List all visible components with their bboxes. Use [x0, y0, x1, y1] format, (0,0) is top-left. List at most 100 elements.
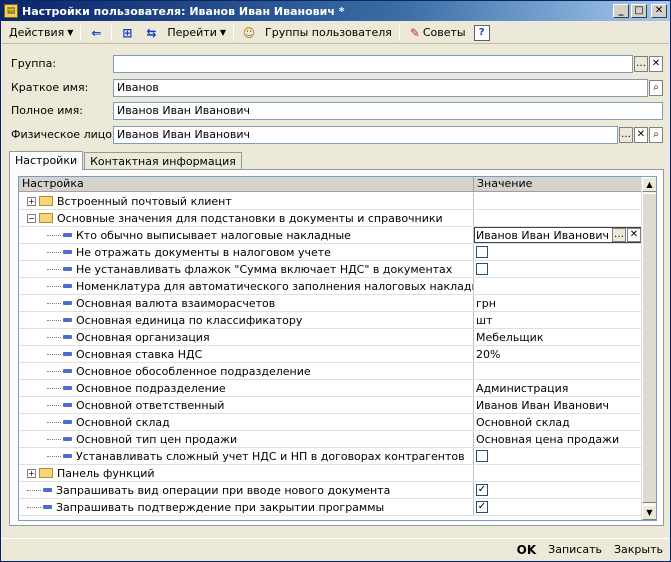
setting-checkbox[interactable]: ✓: [476, 484, 488, 496]
table-row[interactable]: − Основные значения для подстановки в док…: [19, 210, 642, 227]
value-cell[interactable]: [474, 363, 642, 379]
swap-button[interactable]: ⇆: [139, 23, 163, 43]
setting-cell[interactable]: − Основные значения для подстановки в док…: [19, 210, 474, 226]
vertical-scrollbar[interactable]: ▲ ▼: [641, 177, 656, 520]
close-button[interactable]: Закрыть: [608, 540, 669, 560]
help-button[interactable]: ?: [470, 23, 494, 43]
clear-person-button[interactable]: ✕: [634, 126, 648, 143]
person-field[interactable]: Иванов Иван Иванович: [113, 125, 618, 144]
column-header-value[interactable]: Значение: [474, 177, 642, 191]
back-button[interactable]: ⇐: [84, 23, 108, 43]
table-row[interactable]: + Встроенный почтовый клиент: [19, 193, 642, 210]
setting-cell[interactable]: Основная ставка НДС: [19, 346, 474, 362]
value-cell[interactable]: Основная цена продажи: [474, 431, 642, 447]
value-cell[interactable]: Иванов Иван Иванович: [474, 397, 642, 413]
setting-cell[interactable]: Основная организация: [19, 329, 474, 345]
setting-cell[interactable]: Устанавливать сложный учет НДС и НП в до…: [19, 448, 474, 464]
select-group-button[interactable]: …: [634, 55, 648, 72]
value-cell[interactable]: ✓: [474, 499, 642, 515]
table-row[interactable]: Номенклатура для автоматического заполне…: [19, 278, 642, 295]
short-name-field[interactable]: Иванов: [113, 78, 648, 97]
tips-button[interactable]: ✎ Советы: [403, 23, 470, 43]
value-cell[interactable]: 20%: [474, 346, 642, 362]
setting-cell[interactable]: Не отражать документы в налоговом учете: [19, 244, 474, 260]
value-cell[interactable]: Основной склад: [474, 414, 642, 430]
value-cell[interactable]: Иванов Иван Иванович… ✕: [474, 227, 642, 243]
value-cell[interactable]: шт: [474, 312, 642, 328]
setting-cell[interactable]: Основной склад: [19, 414, 474, 430]
select-value-button[interactable]: …: [612, 228, 626, 242]
value-cell[interactable]: [474, 278, 642, 294]
setting-cell[interactable]: Основной тип цен продажи: [19, 431, 474, 447]
table-row[interactable]: Запрашивать вид операции при вводе новог…: [19, 482, 642, 499]
ok-button[interactable]: OK: [511, 540, 543, 560]
table-row[interactable]: Основная ставка НДС 20%: [19, 346, 642, 363]
setting-checkbox[interactable]: [476, 450, 488, 462]
setting-cell[interactable]: Основное обособленное подразделение: [19, 363, 474, 379]
scroll-down-button[interactable]: ▼: [642, 505, 656, 520]
setting-cell[interactable]: Основное подразделение: [19, 380, 474, 396]
value-cell[interactable]: грн: [474, 295, 642, 311]
setting-cell[interactable]: Основной ответственный: [19, 397, 474, 413]
setting-cell[interactable]: Номенклатура для автоматического заполне…: [19, 278, 474, 294]
maximize-button[interactable]: □: [631, 4, 647, 18]
setting-checkbox[interactable]: [476, 246, 488, 258]
title-bar[interactable]: ▤ Настройки пользователя: Иванов Иван Ив…: [1, 1, 670, 21]
full-name-field[interactable]: Иванов Иван Иванович: [113, 101, 663, 120]
table-row[interactable]: Основное обособленное подразделение: [19, 363, 642, 380]
expand-icon[interactable]: +: [27, 196, 36, 206]
table-row[interactable]: Основное подразделение Администрация: [19, 380, 642, 397]
table-row[interactable]: Основная организация Мебельщик: [19, 329, 642, 346]
minimize-button[interactable]: _: [613, 4, 629, 18]
value-cell[interactable]: [474, 448, 642, 464]
table-row[interactable]: Основной ответственный Иванов Иван Иванов…: [19, 397, 642, 414]
scroll-up-button[interactable]: ▲: [642, 177, 656, 192]
settings-tree-grid[interactable]: Настройка Значение + Встроенный почтовый …: [18, 176, 657, 521]
setting-checkbox[interactable]: [476, 263, 488, 275]
table-row[interactable]: + Панель функций: [19, 465, 642, 482]
select-person-button[interactable]: …: [619, 126, 633, 143]
structure-button[interactable]: ⊞: [115, 23, 139, 43]
close-window-button[interactable]: ✕: [651, 4, 667, 18]
table-row[interactable]: Устанавливать сложный учет НДС и НП в до…: [19, 448, 642, 465]
table-row[interactable]: Не устанавливать флажок "Сумма включает …: [19, 261, 642, 278]
setting-cell[interactable]: Запрашивать вид операции при вводе новог…: [19, 482, 474, 498]
scroll-thumb[interactable]: [642, 193, 656, 503]
table-row[interactable]: Запрашивать подтверждение при закрытии п…: [19, 499, 642, 516]
search-icon[interactable]: ⌕: [649, 126, 663, 143]
value-cell[interactable]: [474, 261, 642, 277]
value-cell[interactable]: [474, 193, 642, 209]
tab-contact-info[interactable]: Контактная информация: [84, 152, 242, 170]
table-row[interactable]: Основная валюта взаиморасчетов грн: [19, 295, 642, 312]
column-header-setting[interactable]: Настройка: [19, 177, 474, 191]
user-groups-button[interactable]: Группы пользователя: [261, 23, 396, 43]
actions-menu[interactable]: Действия ▼: [5, 23, 77, 43]
tab-settings[interactable]: Настройки: [9, 151, 84, 170]
setting-cell[interactable]: Основная валюта взаиморасчетов: [19, 295, 474, 311]
value-cell[interactable]: [474, 465, 642, 481]
setting-cell[interactable]: Не устанавливать флажок "Сумма включает …: [19, 261, 474, 277]
clear-group-button[interactable]: ✕: [649, 55, 663, 72]
collapse-icon[interactable]: −: [27, 213, 36, 223]
clear-value-button[interactable]: ✕: [627, 228, 641, 242]
goto-menu[interactable]: Перейти ▼: [163, 23, 230, 43]
table-row[interactable]: Не отражать документы в налоговом учете: [19, 244, 642, 261]
setting-cell[interactable]: + Панель функций: [19, 465, 474, 481]
table-row[interactable]: Основной склад Основной склад: [19, 414, 642, 431]
setting-cell[interactable]: Основная единица по классификатору: [19, 312, 474, 328]
setting-cell[interactable]: Кто обычно выписывает налоговые накладны…: [19, 227, 474, 243]
user-button[interactable]: ☺: [237, 23, 261, 43]
value-cell[interactable]: [474, 210, 642, 226]
value-cell[interactable]: Мебельщик: [474, 329, 642, 345]
setting-checkbox[interactable]: ✓: [476, 501, 488, 513]
search-icon[interactable]: ⌕: [649, 79, 663, 96]
table-row[interactable]: Основной тип цен продажи Основная цена пр…: [19, 431, 642, 448]
group-field[interactable]: [113, 54, 633, 73]
value-cell[interactable]: [474, 244, 642, 260]
setting-cell[interactable]: Запрашивать подтверждение при закрытии п…: [19, 499, 474, 515]
value-cell[interactable]: Администрация: [474, 380, 642, 396]
save-button[interactable]: Записать: [542, 540, 608, 560]
value-cell[interactable]: ✓: [474, 482, 642, 498]
table-row[interactable]: Основная единица по классификатору шт: [19, 312, 642, 329]
expand-icon[interactable]: +: [27, 468, 36, 478]
